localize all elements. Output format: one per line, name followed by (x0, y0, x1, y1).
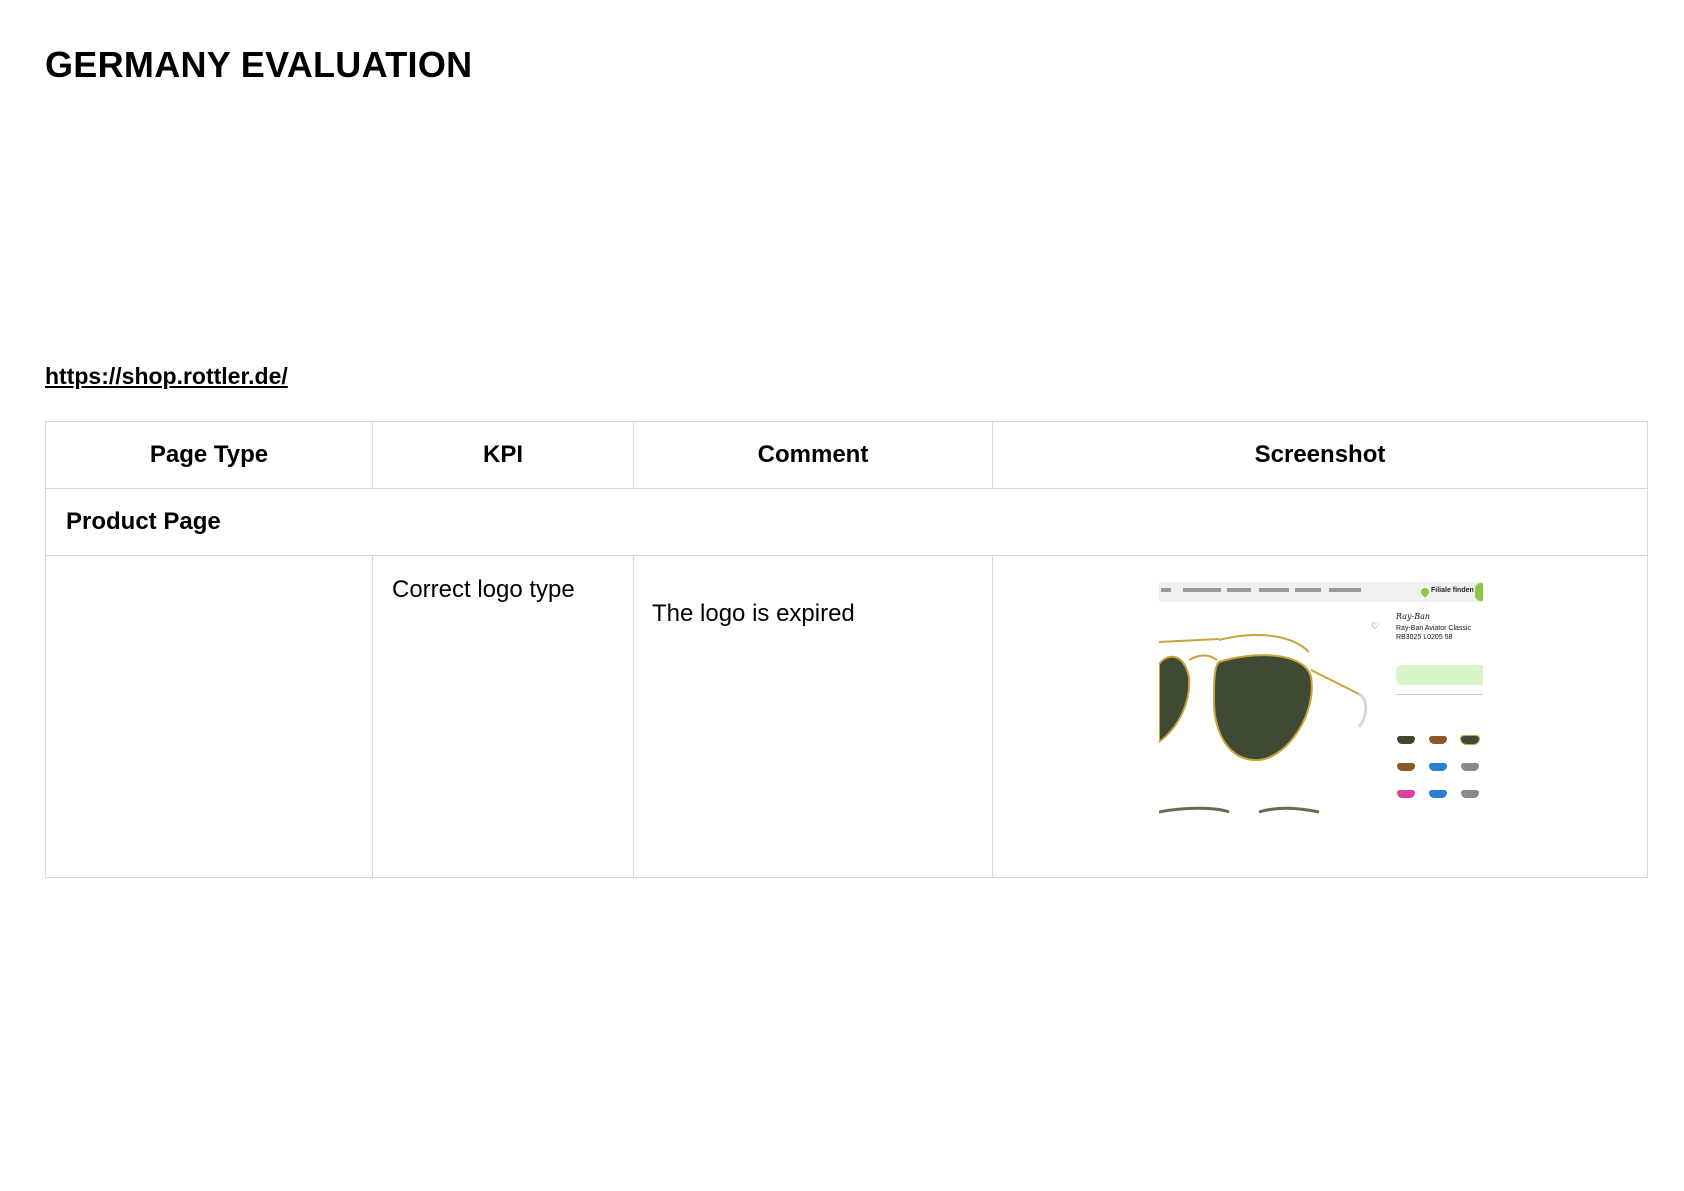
header-kpi: KPI (372, 421, 634, 489)
table-row: Correct logo type The logo is expired Fi… (45, 555, 1648, 878)
header-screenshot: Screenshot (992, 421, 1648, 489)
table-header-row: Page Type KPI Comment Screenshot (45, 421, 1648, 489)
screenshot-product-name: Ray-Ban Aviator Classic RB3025 L0205 58 (1396, 625, 1471, 641)
header-comment: Comment (633, 421, 993, 489)
section-label: Product Page (45, 488, 1648, 556)
shop-url-link[interactable]: https://shop.rottler.de/ (45, 363, 288, 390)
screenshot-filiale-label: Filiale finden (1431, 587, 1474, 594)
screenshot-accent-dot (1475, 583, 1483, 601)
section-row: Product Page (45, 488, 1648, 556)
cell-screenshot: Filiale finden ♡ Ray-Ban Ray-Ban Aviator… (992, 555, 1648, 878)
sunglasses-image (1159, 634, 1368, 814)
location-pin-icon (1419, 586, 1431, 598)
brand-logo-icon: Ray-Ban (1396, 612, 1430, 621)
evaluation-table: Page Type KPI Comment Screenshot Product… (45, 421, 1648, 878)
heart-icon: ♡ (1371, 621, 1380, 631)
product-screenshot: Filiale finden ♡ Ray-Ban Ray-Ban Aviator… (1159, 582, 1483, 816)
cell-kpi: Correct logo type (372, 555, 634, 878)
header-page-type: Page Type (45, 421, 373, 489)
page-title: GERMANY EVALUATION (45, 44, 473, 85)
cell-page-type (45, 555, 373, 878)
cell-comment: The logo is expired (633, 555, 993, 878)
screenshot-info-box (1396, 665, 1483, 685)
